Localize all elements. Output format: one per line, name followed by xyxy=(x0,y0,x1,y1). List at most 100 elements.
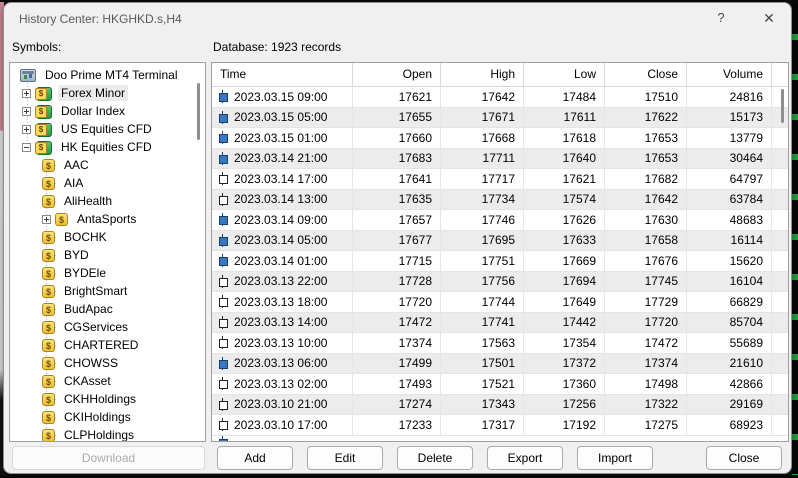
tree-item-label: BYDEle xyxy=(61,265,109,281)
export-button[interactable]: Export xyxy=(487,446,563,470)
history-row[interactable]: 2023.03.14 05:00 17677 17695 17633 17658… xyxy=(212,231,788,252)
symbol-icon xyxy=(42,375,55,388)
row-gutter xyxy=(772,231,788,251)
tree-item[interactable]: BYDEle xyxy=(10,264,205,282)
column-header-close[interactable]: Close xyxy=(605,63,687,86)
time-cell: 2023.03.15 01:00 xyxy=(212,128,353,148)
high-cell: 17501 xyxy=(441,354,524,374)
import-button[interactable]: Import xyxy=(577,446,653,470)
history-row[interactable]: 2023.03.14 21:00 17683 17711 17640 17653… xyxy=(212,149,788,170)
tree-item[interactable]: CKHHoldings xyxy=(10,390,205,408)
open-cell: 17715 xyxy=(353,251,441,271)
help-icon[interactable]: ? xyxy=(709,8,733,28)
symbol-icon xyxy=(42,177,55,190)
column-header-open[interactable]: Open xyxy=(353,63,441,86)
open-cell: 17655 xyxy=(353,108,441,128)
row-gutter xyxy=(772,87,788,107)
time-value: 2023.03.14 05:00 xyxy=(234,233,327,247)
candle-icon xyxy=(218,295,227,308)
time-cell: 2023.03.14 05:00 xyxy=(212,231,353,251)
time-value: 2023.03.13 06:00 xyxy=(234,356,327,370)
history-row[interactable]: 2023.03.13 22:00 17728 17756 17694 17745… xyxy=(212,272,788,293)
tree-item[interactable]: HK Equities CFD xyxy=(10,138,205,156)
table-header-row: Time Open High Low Close Volume xyxy=(212,63,788,87)
history-row[interactable]: 2023.03.13 02:00 17493 17521 17360 17498… xyxy=(212,374,788,395)
tree-item[interactable]: Dollar Index xyxy=(10,102,205,120)
symbols-tree: Doo Prime MT4 Terminal Forex Minor Dolla… xyxy=(10,63,205,442)
history-row[interactable]: 2023.03.15 01:00 17660 17668 17618 17653… xyxy=(212,128,788,149)
tree-item[interactable]: Doo Prime MT4 Terminal xyxy=(10,66,205,84)
expander-icon[interactable] xyxy=(42,215,51,224)
tree-item[interactable]: CHARTERED xyxy=(10,336,205,354)
tree-scrollbar-thumb[interactable] xyxy=(197,83,200,140)
high-cell: 17734 xyxy=(441,190,524,210)
history-row[interactable]: 2023.03.15 09:00 17621 17642 17484 17510… xyxy=(212,87,788,108)
close-button[interactable]: Close xyxy=(706,446,782,470)
history-row[interactable]: 2023.03.13 06:00 17499 17501 17372 17374… xyxy=(212,354,788,375)
expander-icon[interactable] xyxy=(22,143,31,152)
tree-item[interactable]: Forex Minor xyxy=(10,84,205,102)
expander-icon[interactable] xyxy=(22,107,31,116)
tree-item[interactable]: US Equities CFD xyxy=(10,120,205,138)
candle-icon xyxy=(218,316,227,329)
history-row[interactable]: 2023.03.13 18:00 17720 17744 17649 17729… xyxy=(212,292,788,313)
close-cell: 17322 xyxy=(605,395,687,415)
close-icon[interactable]: ✕ xyxy=(757,8,781,28)
title-bar[interactable]: History Center: HKGHKD.s,H4 ? ✕ xyxy=(4,3,791,33)
tree-item[interactable]: AntaSports xyxy=(10,210,205,228)
expander-icon[interactable] xyxy=(22,89,31,98)
history-row[interactable]: 2023.03.10 21:00 17274 17343 17256 17322… xyxy=(212,395,788,416)
expander-icon[interactable] xyxy=(22,125,31,134)
open-cell: 17683 xyxy=(353,149,441,169)
high-cell: 17642 xyxy=(441,87,524,107)
low-cell: 17442 xyxy=(524,313,605,333)
high-cell: 17668 xyxy=(441,128,524,148)
column-header-low[interactable]: Low xyxy=(524,63,605,86)
column-header-high[interactable]: High xyxy=(441,63,524,86)
row-gutter xyxy=(772,395,788,415)
tree-item[interactable]: BYD xyxy=(10,246,205,264)
close-cell: 17622 xyxy=(605,108,687,128)
tree-item[interactable]: BudApac xyxy=(10,300,205,318)
tree-item[interactable]: AliHealth xyxy=(10,192,205,210)
add-button[interactable]: Add xyxy=(217,446,293,470)
history-row[interactable]: 2023.03.14 01:00 17715 17751 17669 17676… xyxy=(212,251,788,272)
high-cell: 17717 xyxy=(441,169,524,189)
open-cell: 17274 xyxy=(353,395,441,415)
tree-item[interactable]: CHOWSS xyxy=(10,354,205,372)
column-header-volume[interactable]: Volume xyxy=(687,63,772,86)
history-row[interactable]: 2023.03.13 10:00 17374 17563 17354 17472… xyxy=(212,333,788,354)
tree-item[interactable]: BrightSmart xyxy=(10,282,205,300)
close-cell: 17653 xyxy=(605,149,687,169)
history-row[interactable]: 2023.03.14 09:00 17657 17746 17626 17630… xyxy=(212,210,788,231)
tree-item[interactable]: CGServices xyxy=(10,318,205,336)
open-cell: 17720 xyxy=(353,292,441,312)
tree-item[interactable]: CKAsset xyxy=(10,372,205,390)
tree-item[interactable]: CLPHoldings xyxy=(10,426,205,442)
tree-item[interactable]: AAC xyxy=(10,156,205,174)
volume-cell: 30464 xyxy=(687,149,772,169)
delete-button[interactable]: Delete xyxy=(397,446,473,470)
row-gutter xyxy=(772,354,788,374)
candle-icon xyxy=(218,111,227,124)
edit-button[interactable]: Edit xyxy=(307,446,383,470)
time-value: 2023.03.15 09:00 xyxy=(234,90,327,104)
column-header-time[interactable]: Time xyxy=(212,63,353,86)
tree-item-label: CGServices xyxy=(61,319,131,335)
time-value: 2023.03.15 01:00 xyxy=(234,131,327,145)
close-cell: 17729 xyxy=(605,292,687,312)
history-row[interactable]: 2023.03.14 17:00 17641 17717 17621 17682… xyxy=(212,169,788,190)
tree-item[interactable]: BOCHK xyxy=(10,228,205,246)
tree-item[interactable]: CKIHoldings xyxy=(10,408,205,426)
history-rows: 2023.03.15 09:00 17621 17642 17484 17510… xyxy=(212,87,788,436)
tree-item-label: CHOWSS xyxy=(61,355,121,371)
table-scrollbar-thumb[interactable] xyxy=(781,89,784,123)
symbol-icon xyxy=(35,141,52,154)
history-row[interactable]: 2023.03.10 17:00 17233 17317 17192 17275… xyxy=(212,415,788,436)
volume-cell: 64797 xyxy=(687,169,772,189)
history-row[interactable]: 2023.03.13 14:00 17472 17741 17442 17720… xyxy=(212,313,788,334)
tree-item[interactable]: AIA xyxy=(10,174,205,192)
history-row[interactable]: 2023.03.15 05:00 17655 17671 17611 17622… xyxy=(212,108,788,129)
history-row[interactable]: 2023.03.14 13:00 17635 17734 17574 17642… xyxy=(212,190,788,211)
candle-icon xyxy=(218,336,227,349)
